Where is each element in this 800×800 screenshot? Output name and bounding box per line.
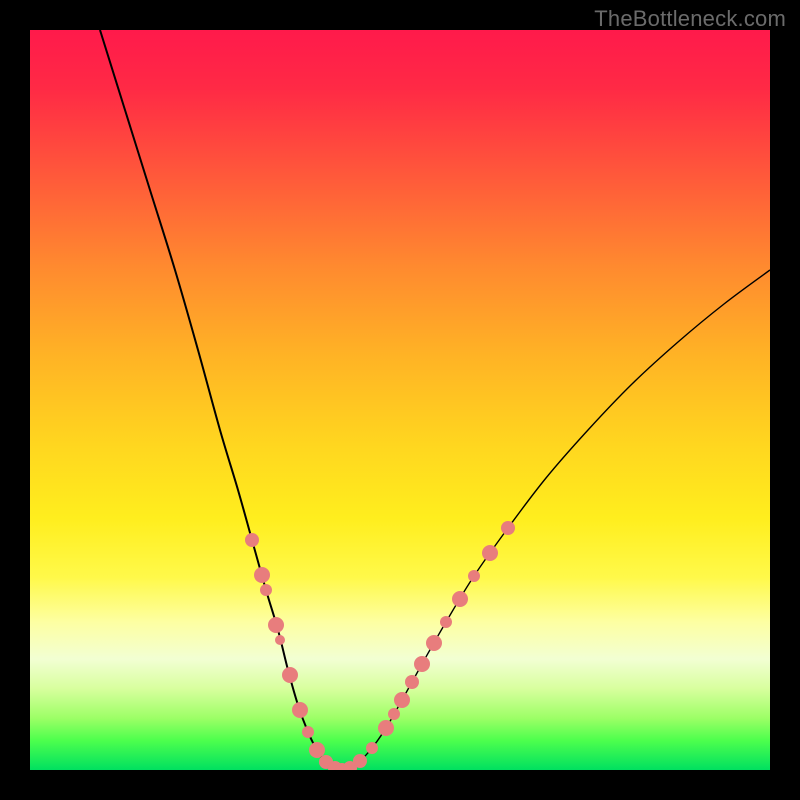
watermark-text: TheBottleneck.com <box>594 6 786 32</box>
plot-area <box>30 30 770 770</box>
chart-frame: TheBottleneck.com <box>0 0 800 800</box>
heat-gradient-bg <box>30 30 770 770</box>
